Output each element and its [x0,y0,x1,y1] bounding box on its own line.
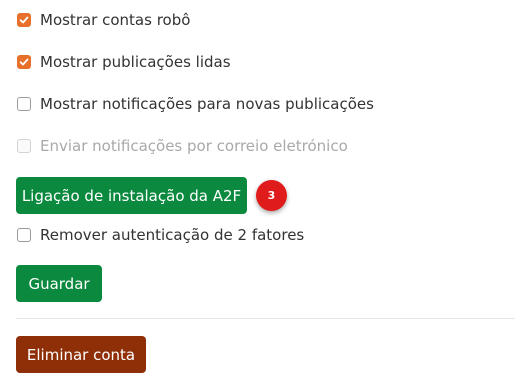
checkmark-icon [19,16,29,24]
show-bots-checkbox[interactable] [17,13,31,27]
save-button[interactable]: Guardar [16,265,102,302]
email-notifications-checkbox [17,139,31,153]
section-divider [16,318,515,319]
new-post-notifications-checkbox[interactable] [17,97,31,111]
new-post-notifications-row[interactable]: Mostrar notificações para novas publicaç… [17,92,374,116]
remove-2fa-checkbox[interactable] [17,228,31,242]
show-bots-row[interactable]: Mostrar contas robô [17,8,190,32]
remove-2fa-label: Remover autenticação de 2 fatores [40,226,305,244]
show-read-posts-label: Mostrar publicações lidas [40,53,231,71]
email-notifications-row: Enviar notificações por correio eletróni… [17,134,348,158]
step-badge: 3 [256,180,287,211]
email-notifications-label: Enviar notificações por correio eletróni… [40,137,348,155]
twofa-setup-link-button[interactable]: Ligação de instalação da A2F [16,177,247,214]
show-read-posts-row[interactable]: Mostrar publicações lidas [17,50,231,74]
settings-page: Mostrar contas robô Mostrar publicações … [0,0,515,392]
delete-account-button[interactable]: Eliminar conta [16,336,146,373]
new-post-notifications-label: Mostrar notificações para novas publicaç… [40,95,374,113]
remove-2fa-row[interactable]: Remover autenticação de 2 fatores [17,223,304,247]
show-bots-label: Mostrar contas robô [40,11,191,29]
checkmark-icon [19,58,29,66]
show-read-posts-checkbox[interactable] [17,55,31,69]
